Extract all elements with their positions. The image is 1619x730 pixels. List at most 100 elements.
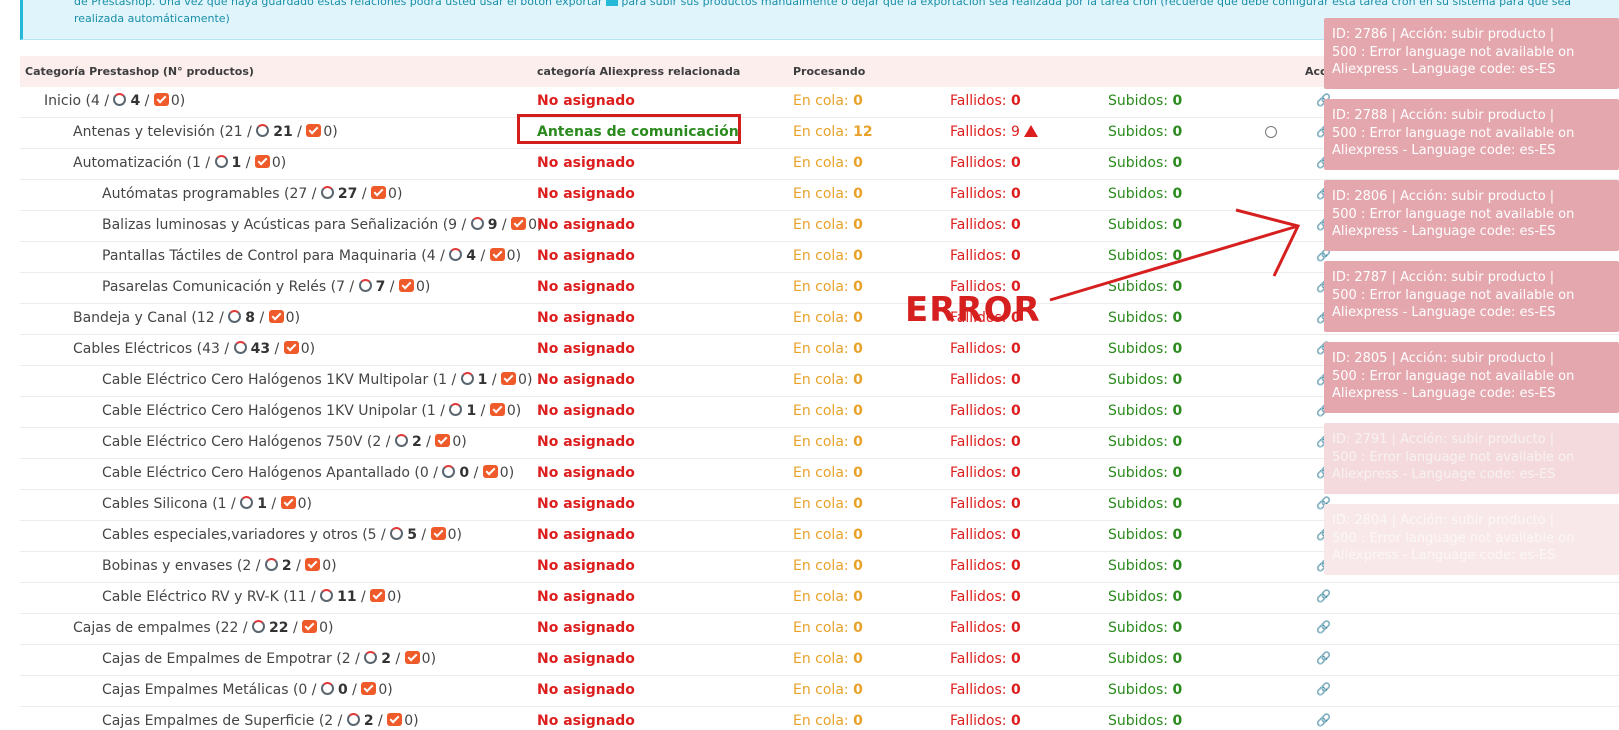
aliexpress-category[interactable]: No asignado bbox=[537, 186, 635, 202]
aliexpress-category[interactable]: No asignado bbox=[537, 651, 635, 667]
error-toast[interactable]: ID: 2787 | Acción: subir producto | 500 … bbox=[1324, 261, 1619, 332]
aliexpress-count: 0 bbox=[452, 434, 462, 450]
queue-count: 0 bbox=[853, 682, 863, 698]
error-toast[interactable]: ID: 2786 | Acción: subir producto | 500 … bbox=[1324, 18, 1619, 89]
category-label: Cable Eléctrico Cero Halógenos 1KV Multi… bbox=[102, 372, 457, 388]
header-aliexpress[interactable]: categoría Aliexpress relacionada bbox=[537, 65, 740, 78]
uploaded-label: Subidos: bbox=[1108, 713, 1168, 729]
aliexpress-category[interactable]: No asignado bbox=[537, 93, 635, 109]
page: de Prestashop. Una vez que haya guardado… bbox=[0, 0, 1619, 730]
table-row: Cajas de empalmes (22 / 22 / 0) No asign… bbox=[20, 614, 1619, 645]
error-toast[interactable]: ID: 2791 | Acción: subir producto | 500 … bbox=[1324, 423, 1619, 494]
prestashop-icon bbox=[113, 93, 127, 106]
clock-icon[interactable] bbox=[1265, 126, 1277, 138]
queue-label: En cola: bbox=[793, 93, 849, 109]
uploaded-status: Subidos: 0 bbox=[1108, 620, 1182, 636]
uploaded-count: 0 bbox=[1172, 713, 1183, 729]
header-category[interactable]: Categoría Prestashop (N° productos) bbox=[25, 65, 254, 78]
aliexpress-category[interactable]: No asignado bbox=[537, 558, 635, 574]
aliexpress-category[interactable]: No asignado bbox=[537, 279, 635, 295]
link-icon[interactable]: 🔗 bbox=[1316, 682, 1331, 696]
category-label: Bobinas y envases (2 / bbox=[102, 558, 261, 574]
aliexpress-icon bbox=[482, 465, 498, 478]
failed-label: Fallidos: bbox=[950, 93, 1007, 109]
queue-label: En cola: bbox=[793, 620, 849, 636]
toast-line-1: ID: 2786 | Acción: subir producto | bbox=[1332, 27, 1555, 42]
queue-status: En cola: 0 bbox=[793, 713, 863, 729]
failed-count: 0 bbox=[1010, 496, 1021, 512]
failed-count: 0 bbox=[1010, 434, 1021, 450]
aliexpress-category[interactable]: No asignado bbox=[537, 682, 635, 698]
link-icon[interactable]: 🔗 bbox=[1316, 589, 1331, 603]
queue-label: En cola: bbox=[793, 713, 849, 729]
prestashop-count: 8 bbox=[245, 310, 256, 326]
prestashop-icon bbox=[346, 713, 360, 726]
prestashop-count: 21 bbox=[273, 124, 293, 140]
category-label: Automatización (1 / bbox=[73, 155, 211, 171]
uploaded-count: 0 bbox=[1172, 527, 1183, 543]
error-toast[interactable]: ID: 2806 | Acción: subir producto | 500 … bbox=[1324, 180, 1619, 251]
category-label: Antenas y televisión (21 / bbox=[73, 124, 252, 140]
queue-count: 0 bbox=[853, 186, 863, 202]
aliexpress-category[interactable]: No asignado bbox=[537, 434, 635, 450]
failed-count: 0 bbox=[1010, 403, 1021, 419]
header-processing[interactable]: Procesando bbox=[793, 65, 865, 78]
uploaded-count: 0 bbox=[1172, 558, 1183, 574]
category-label: Pantallas Táctiles de Control para Maqui… bbox=[102, 248, 445, 264]
prestashop-icon bbox=[228, 310, 242, 323]
uploaded-count: 0 bbox=[1172, 620, 1183, 636]
uploaded-count: 0 bbox=[1172, 589, 1183, 605]
aliexpress-category[interactable]: No asignado bbox=[537, 527, 635, 543]
failed-count: 0 bbox=[1010, 713, 1021, 729]
toast-line-2: 500 : Error language not available on bbox=[1332, 368, 1575, 384]
toast-line-1: ID: 2787 | Acción: subir producto | bbox=[1332, 270, 1555, 285]
prestashop-icon bbox=[449, 403, 463, 416]
queue-count: 0 bbox=[853, 713, 863, 729]
failed-status: Fallidos: 0 bbox=[950, 558, 1021, 574]
category-name: Cables Silicona (1 / 1 / 0) bbox=[102, 496, 312, 512]
aliexpress-category[interactable]: No asignado bbox=[537, 341, 635, 357]
link-icon[interactable]: 🔗 bbox=[1316, 651, 1331, 665]
prestashop-icon bbox=[442, 465, 456, 478]
aliexpress-category[interactable]: No asignado bbox=[537, 403, 635, 419]
aliexpress-category[interactable]: No asignado bbox=[537, 496, 635, 512]
uploaded-count: 0 bbox=[1172, 465, 1183, 481]
aliexpress-category[interactable]: No asignado bbox=[537, 620, 635, 636]
prestashop-icon bbox=[233, 341, 247, 354]
table-row: Cajas Empalmes Metálicas (0 / 0 / 0) No … bbox=[20, 676, 1619, 707]
aliexpress-category[interactable]: No asignado bbox=[537, 465, 635, 481]
aliexpress-category[interactable]: No asignado bbox=[537, 372, 635, 388]
queue-count: 0 bbox=[853, 372, 863, 388]
category-name: Cable Eléctrico Cero Halógenos 1KV Unipo… bbox=[102, 403, 522, 419]
queue-status: En cola: 0 bbox=[793, 186, 863, 202]
aliexpress-icon bbox=[511, 217, 527, 230]
aliexpress-category[interactable]: No asignado bbox=[537, 217, 635, 233]
failed-count: 0 bbox=[1010, 186, 1021, 202]
aliexpress-count: 0 bbox=[378, 682, 388, 698]
link-icon[interactable]: 🔗 bbox=[1316, 620, 1331, 634]
uploaded-count: 0 bbox=[1172, 372, 1183, 388]
error-toast[interactable]: ID: 2788 | Acción: subir producto | 500 … bbox=[1324, 99, 1619, 170]
category-name: Cajas Empalmes de Superficie (2 / 2 / 0) bbox=[102, 713, 419, 729]
uploaded-count: 0 bbox=[1172, 434, 1183, 450]
aliexpress-icon bbox=[306, 124, 322, 137]
aliexpress-category[interactable]: No asignado bbox=[537, 155, 635, 171]
aliexpress-category[interactable]: No asignado bbox=[537, 310, 635, 326]
error-toast[interactable]: ID: 2804 | Acción: subir producto | 500 … bbox=[1324, 504, 1619, 575]
uploaded-count: 0 bbox=[1172, 682, 1183, 698]
queue-label: En cola: bbox=[793, 682, 849, 698]
category-name: Balizas luminosas y Acústicas para Señal… bbox=[102, 217, 543, 233]
error-toast[interactable]: ID: 2805 | Acción: subir producto | 500 … bbox=[1324, 342, 1619, 413]
aliexpress-category[interactable]: No asignado bbox=[537, 248, 635, 264]
aliexpress-category[interactable]: No asignado bbox=[537, 713, 635, 729]
queue-count: 0 bbox=[853, 496, 863, 512]
queue-count: 0 bbox=[853, 558, 863, 574]
uploaded-status: Subidos: 0 bbox=[1108, 155, 1182, 171]
category-name: Automatización (1 / 1 / 0) bbox=[73, 155, 287, 171]
category-name: Bandeja y Canal (12 / 8 / 0) bbox=[73, 310, 301, 326]
toast-line-2: 500 : Error language not available on bbox=[1332, 449, 1575, 465]
category-label: Cables Eléctricos (43 / bbox=[73, 341, 230, 357]
aliexpress-category[interactable]: No asignado bbox=[537, 589, 635, 605]
failed-label: Fallidos: bbox=[950, 651, 1007, 667]
link-icon[interactable]: 🔗 bbox=[1316, 713, 1331, 727]
